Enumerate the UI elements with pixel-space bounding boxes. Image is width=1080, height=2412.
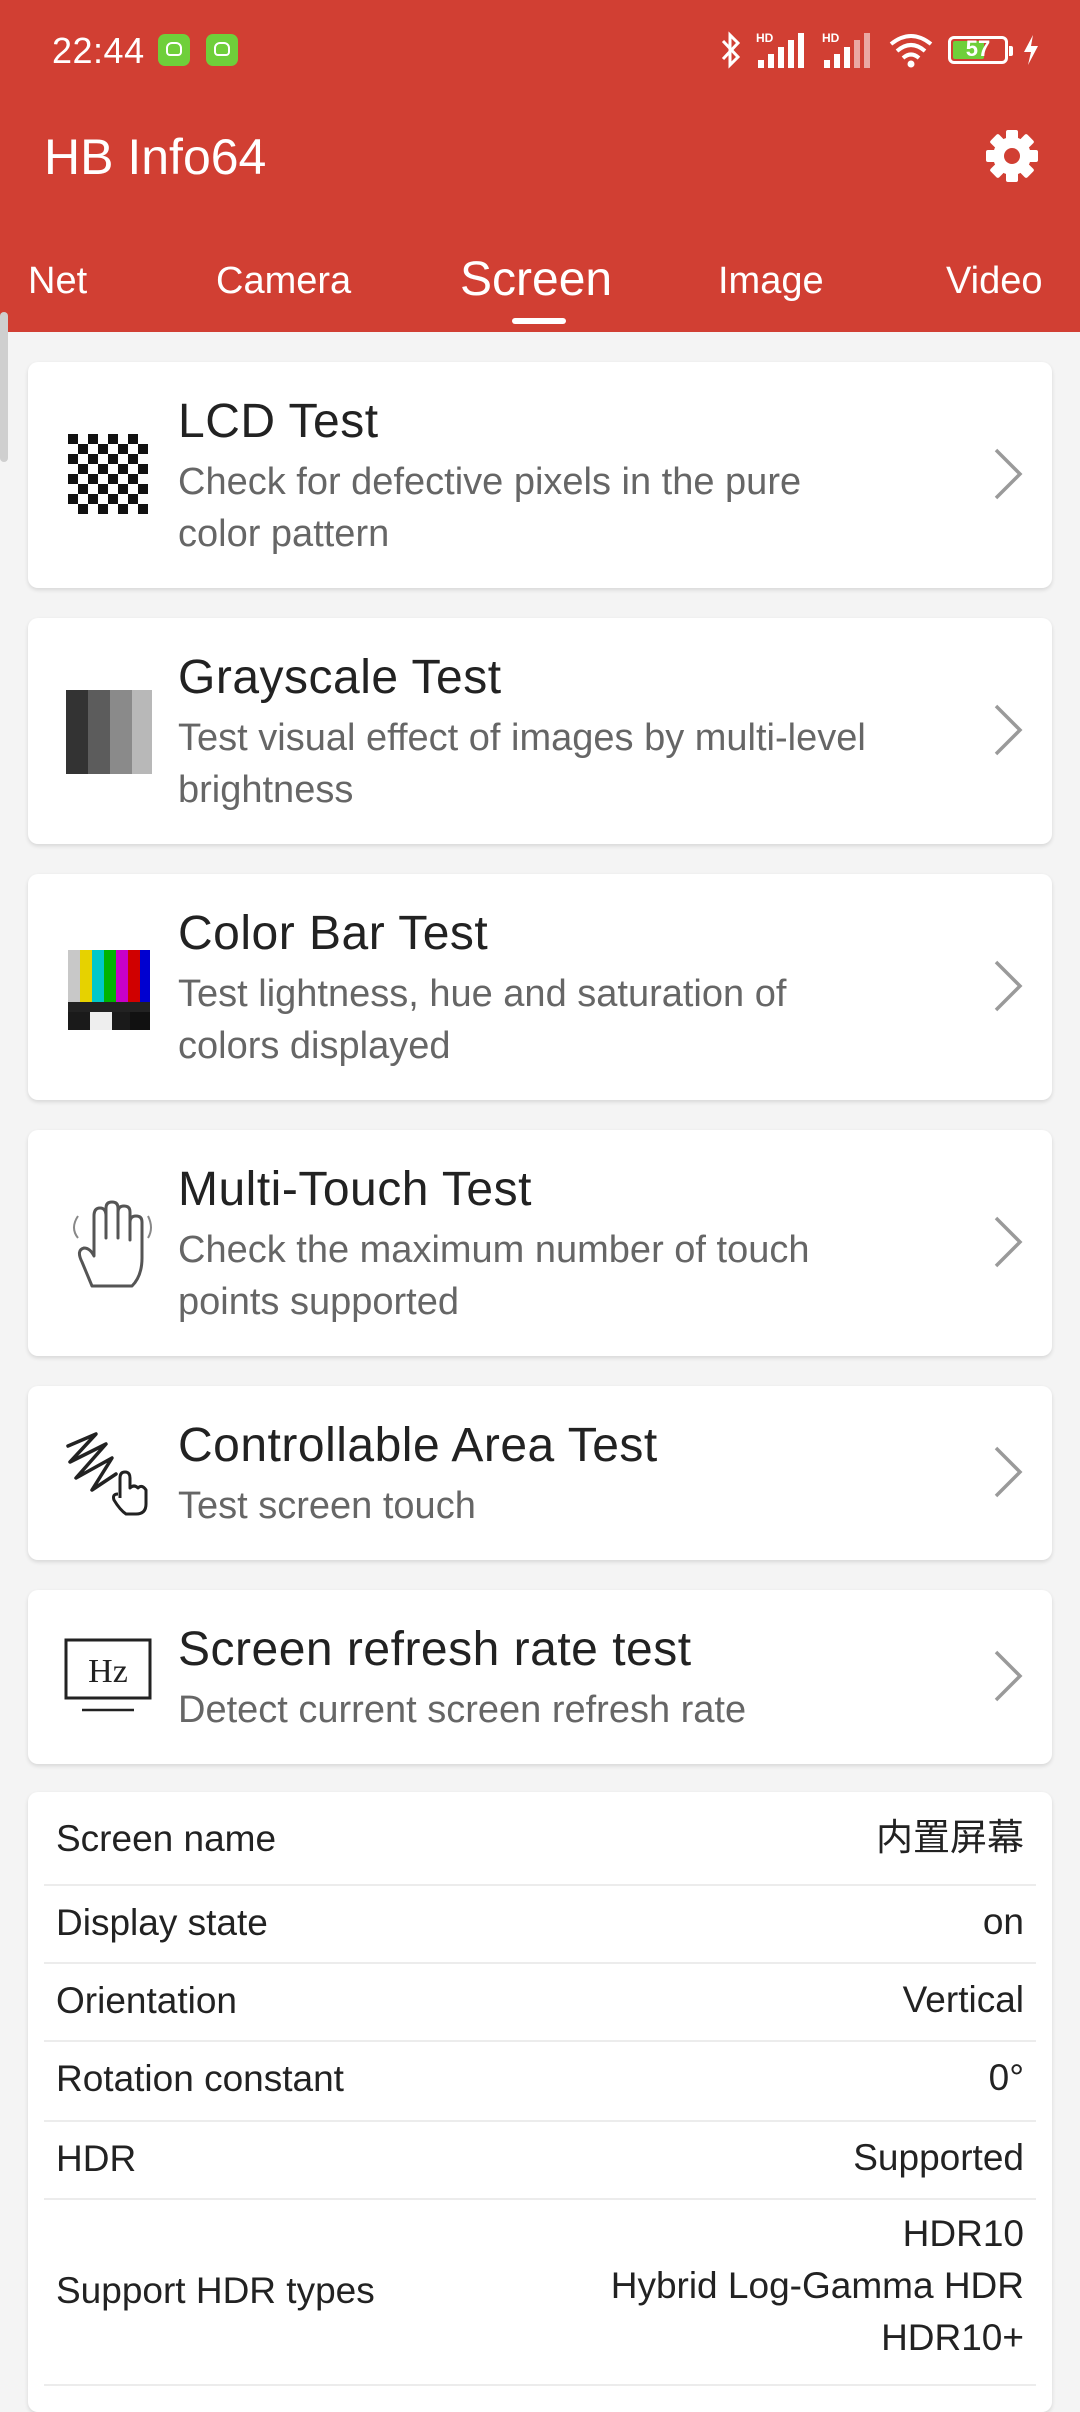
tab-bar: Net Camera Screen Image Video [0,250,1080,332]
tab-image[interactable]: Image [718,260,824,303]
info-label: Display state [56,1902,268,1943]
battery-icon: 57 [948,36,1013,64]
color-bar-test-card[interactable]: Color Bar Test Test lightness, hue and s… [28,874,1052,1100]
battery-level: 57 [965,36,991,61]
gear-icon[interactable] [980,124,1044,188]
info-value: 内置屏幕 [876,1817,1024,1858]
scribble-touch-icon [66,1432,148,1516]
tab-screen[interactable]: Screen [460,252,612,307]
chevron-right-icon [994,1446,1023,1498]
lcd-test-card[interactable]: LCD Test Check for defective pixels in t… [28,362,1052,588]
multi-touch-test-card[interactable]: Multi-Touch Test Check the maximum numbe… [28,1130,1052,1356]
info-row-display-state: Display state on [44,1884,1036,1964]
info-label: Support HDR types [56,2270,375,2311]
info-row-orientation: Orientation Vertical [44,1962,1036,2042]
hd-signal-icon: HD [756,31,804,68]
info-value: on [982,1901,1024,1942]
info-label: Rotation constant [56,2058,344,2099]
app-bar: 22:44 HD HD 57 HB Info64 Net Camera Scre… [0,0,1080,332]
notification-app-icon [158,34,190,66]
controllable-area-test-card[interactable]: Controllable Area Test Test screen touch [28,1386,1052,1560]
wifi-icon [889,34,933,68]
tab-net[interactable]: Net [28,260,87,303]
card-title: Multi-Touch Test [178,1163,532,1216]
card-subtitle: Detect current screen refresh rate [178,1689,747,1731]
chevron-right-icon [994,704,1023,756]
chevron-right-icon [994,960,1023,1012]
refresh-rate-test-card[interactable]: Hz Screen refresh rate test Detect curre… [28,1590,1052,1764]
info-row-rotation-constant: Rotation constant 0° [44,2040,1036,2122]
chevron-right-icon [994,448,1023,500]
tab-camera[interactable]: Camera [216,260,351,303]
info-value: Supported [853,2137,1024,2178]
hz-icon: Hz [64,1638,152,1712]
info-label: HDR [56,2138,137,2179]
card-title: Color Bar Test [178,907,489,960]
chevron-right-icon [994,1650,1023,1702]
chevron-right-icon [994,1216,1023,1268]
status-bar: 22:44 HD HD 57 [0,0,1080,100]
info-value: Vertical [902,1979,1024,2020]
status-time: 22:44 [52,30,145,71]
info-row-hdr-types: Support HDR types HDR10 Hybrid Log-Gamma… [44,2198,1036,2386]
notification-app-icon [206,34,238,66]
screen-info-table: Screen name 内置屏幕 Display state on Orient… [28,1792,1052,2412]
hz-icon-text: Hz [88,1653,128,1690]
info-label: Screen name [56,1818,277,1859]
hand-icon [73,1200,152,1288]
checkerboard-icon [64,430,152,518]
app-title: HB Info64 [44,129,267,185]
card-subtitle: Check for defective pixels in the pure co… [178,461,802,555]
svg-text:HD: HD [756,31,774,45]
svg-text:HD: HD [822,31,840,45]
scrollbar[interactable] [0,312,8,462]
tab-video[interactable]: Video [946,260,1043,303]
card-title: Grayscale Test [178,651,502,704]
info-row-screen-name: Screen name 内置屏幕 [44,1792,1036,1886]
info-value: 0° [988,2057,1024,2098]
card-subtitle: Test screen touch [178,1485,476,1527]
info-row-hdr: HDR Supported [44,2120,1036,2200]
charging-icon [1024,35,1038,65]
grayscale-test-card[interactable]: Grayscale Test Test visual effect of ima… [28,618,1052,844]
hd-signal-icon: HD [822,31,870,68]
info-label: Orientation [56,1980,237,2021]
system-icons: HD HD 57 [720,28,1040,72]
grayscale-icon [66,690,152,774]
bluetooth-icon [721,31,741,69]
card-subtitle: Test visual effect of images by multi-le… [178,717,866,811]
info-value-list: HDR10 Hybrid Log-Gamma HDR HDR10+ [610,2213,1024,2358]
card-title: LCD Test [178,395,379,448]
card-title: Controllable Area Test [178,1419,658,1472]
color-bars-icon [68,950,150,1030]
card-subtitle: Check the maximum number of touch points … [178,1229,810,1323]
tab-indicator [512,318,566,324]
card-title: Screen refresh rate test [178,1623,692,1676]
card-subtitle: Test lightness, hue and saturation of col… [178,973,787,1067]
